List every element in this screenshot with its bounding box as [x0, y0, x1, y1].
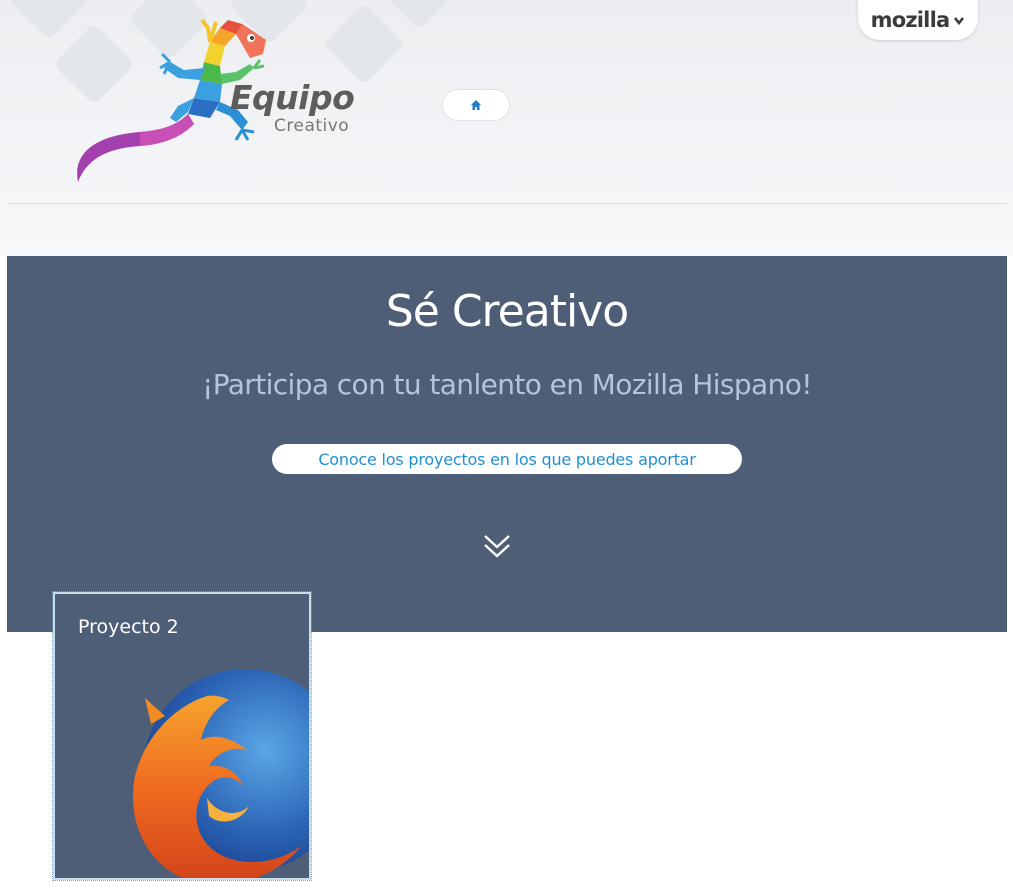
project-title: Proyecto 2 [78, 616, 179, 638]
logo-subtitle: Creativo [274, 116, 350, 136]
hero-subtitle: ¡Participa con tu tanlento en Mozilla Hi… [202, 368, 812, 401]
firefox-logo-icon [133, 669, 309, 878]
home-icon [471, 100, 481, 110]
header-divider [7, 203, 1007, 204]
double-chevron-down-icon [484, 535, 510, 558]
decorative-diamond [377, 0, 461, 31]
home-button[interactable] [442, 89, 510, 121]
mozilla-tab[interactable]: mozilla [858, 0, 978, 40]
chevron-down-icon [954, 17, 965, 26]
projects-cta-button[interactable]: Conoce los proyectos en los que puedes a… [272, 444, 742, 474]
hero-title: Sé Creativo [385, 286, 629, 337]
project-card[interactable]: Proyecto 2 [52, 591, 312, 881]
mozilla-label: mozilla [870, 8, 951, 32]
equipo-creativo-logo[interactable]: Equipo Creativo [70, 10, 370, 190]
hero-section: Sé Creativo ¡Participa con tu tanlento e… [7, 256, 1007, 632]
logo-title: Equipo [230, 78, 355, 117]
scroll-down-button[interactable] [481, 530, 513, 562]
site-header: Equipo Creativo [0, 0, 1013, 256]
